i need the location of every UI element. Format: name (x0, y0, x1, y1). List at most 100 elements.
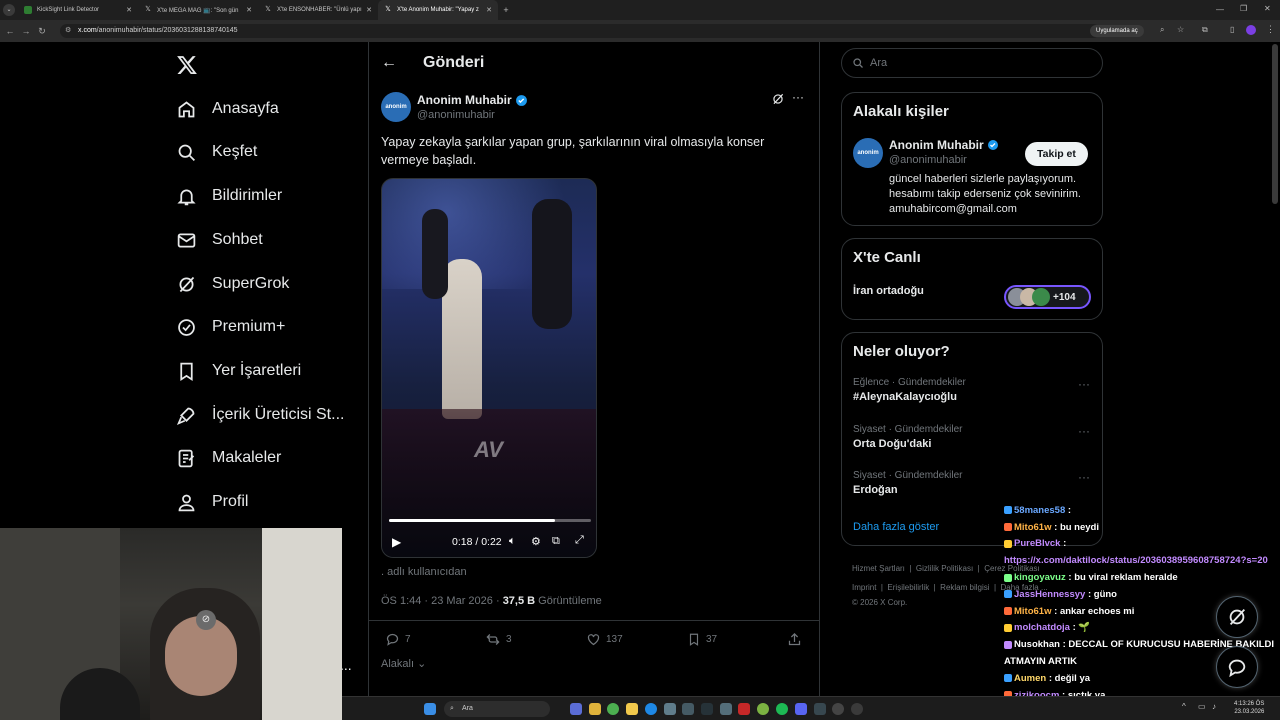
obs-icon[interactable] (832, 703, 844, 715)
reply-button[interactable]: 7 (385, 632, 411, 647)
minimize-button[interactable]: — (1216, 5, 1224, 14)
menu-icon[interactable]: ⋮ (1266, 24, 1275, 35)
share-icon[interactable] (787, 632, 802, 647)
video-player[interactable]: AV ▶ 0:18 / 0:22 🔈︎ ⚙ ⧉ ⤢ (381, 178, 597, 558)
sidebar-item-bookmarks[interactable]: Yer İşaretleri (176, 357, 301, 385)
sidebar-item-supergrok[interactable]: SuperGrok (176, 270, 289, 298)
file-explorer-icon[interactable] (589, 703, 601, 715)
avatar[interactable]: anonim (853, 138, 883, 168)
more-options-button[interactable]: ··· (792, 90, 804, 104)
video-progress-track[interactable] (389, 519, 591, 522)
sidebar-item-creator-studio[interactable]: İçerik Üreticisi St... (176, 401, 344, 429)
sidebar-item-notifications[interactable]: Bildirimler (176, 182, 282, 210)
notes-icon[interactable] (626, 703, 638, 715)
repost-button[interactable]: 3 (485, 632, 512, 647)
person-name[interactable]: Anonim Muhabir (889, 138, 999, 152)
more-options-button[interactable]: ··· (1078, 470, 1090, 484)
browser-tab[interactable]: KickSight Link Detector ✕ (18, 0, 138, 20)
trend-item[interactable]: Eğlence · Gündemdekiler #AleynaKalaycıoğ… (853, 377, 1093, 403)
app-icon[interactable] (664, 703, 676, 715)
app-icon[interactable] (682, 703, 694, 715)
show-more-link[interactable]: Daha fazla göster (853, 521, 939, 533)
person-handle[interactable]: @anonimuhabir (889, 154, 967, 166)
maximize-button[interactable]: ❐ (1240, 4, 1247, 13)
close-icon[interactable]: ✕ (246, 6, 252, 14)
browser-tab[interactable]: 𝕏 X'te ENSONHABER: "Ünlü yapı ✕ (258, 0, 378, 20)
close-icon[interactable]: ✕ (126, 6, 132, 14)
footer-link[interactable]: Hizmet Şartları (852, 564, 905, 573)
close-icon[interactable]: ✕ (366, 6, 372, 14)
browser-tab[interactable]: 𝕏 X'te MEGA MAG 📺: "Son gün ✕ (138, 0, 258, 20)
new-tab-button[interactable]: + (498, 5, 514, 15)
app-icon[interactable] (814, 703, 826, 715)
discord-icon[interactable] (795, 703, 807, 715)
sidebar-item-premium[interactable]: Premium+ (176, 313, 285, 341)
grok-fab[interactable] (1216, 596, 1258, 638)
bookmark-button[interactable]: 37 (687, 632, 717, 647)
star-icon[interactable]: ☆ (1177, 25, 1184, 34)
trend-item[interactable]: Siyaset · Gündemdekiler Erdoğan (853, 470, 1093, 496)
live-participants[interactable]: +104 (1004, 285, 1091, 309)
footer-link[interactable]: Imprint (852, 583, 876, 592)
volume-icon[interactable]: 🔈︎ (509, 535, 516, 548)
spotify-icon[interactable] (776, 703, 788, 715)
close-window-button[interactable]: ✕ (1264, 4, 1271, 13)
search-input[interactable]: Ara (841, 48, 1103, 78)
edge-icon[interactable] (645, 703, 657, 715)
app-icon[interactable] (738, 703, 750, 715)
messages-fab[interactable] (1216, 646, 1258, 688)
close-icon[interactable]: ✕ (486, 6, 492, 14)
live-topic[interactable]: İran ortadoğu (853, 285, 924, 297)
sidebar-item-profile[interactable]: Profil (176, 488, 248, 516)
play-icon[interactable]: ▶ (392, 535, 401, 549)
avatar[interactable]: anonim (381, 92, 411, 122)
app-icon[interactable] (701, 703, 713, 715)
chrome-icon[interactable] (607, 703, 619, 715)
sidebar-item-home[interactable]: Anasayfa (176, 95, 279, 123)
sidebar-item-chat[interactable]: Sohbet (176, 226, 263, 254)
x-logo-icon[interactable] (176, 54, 198, 76)
url-input[interactable]: ⚙ x.com/anonimuhabir/status/203603128813… (60, 24, 1100, 38)
sidebar-icon[interactable]: ▯ (1230, 25, 1234, 34)
trend-item[interactable]: Siyaset · Gündemdekiler Orta Doğu'daki (853, 424, 1093, 450)
author-name[interactable]: Anonim Muhabir (417, 93, 528, 107)
footer-link[interactable]: Gizlilik Politikası (916, 564, 973, 573)
footer-link[interactable]: Reklam bilgisi (940, 583, 989, 592)
taskbar-clock[interactable]: 4:13:26 ÖS 23.03.2026 (1234, 700, 1264, 716)
task-view-icon[interactable] (570, 703, 582, 715)
more-options-button[interactable]: ··· (1078, 424, 1090, 438)
app-icon[interactable] (720, 703, 732, 715)
volume-icon[interactable]: ♪ (1212, 702, 1216, 711)
sidebar-item-explore[interactable]: Keşfet (176, 138, 257, 166)
zoom-icon[interactable]: ⌕ (1160, 25, 1164, 35)
network-icon[interactable]: ▭ (1198, 702, 1206, 711)
grok-icon[interactable] (771, 92, 785, 106)
like-button[interactable]: 137 (586, 632, 623, 647)
author-handle[interactable]: @anonimuhabir (417, 109, 495, 121)
tab-search-button[interactable]: ⌄ (0, 0, 18, 20)
back-arrow-icon[interactable]: ← (381, 54, 397, 72)
app-icon[interactable] (757, 703, 769, 715)
extensions-icon[interactable]: ⧉ (1202, 25, 1208, 35)
tray-chevron-icon[interactable]: ^ (1182, 702, 1186, 711)
forward-arrow-icon[interactable]: → (18, 26, 34, 36)
taskbar-search-input[interactable]: ⌕ Ara (444, 701, 550, 717)
browser-tab-active[interactable]: 𝕏 X'te Anonim Muhabir: "Yapay z ✕ (378, 0, 498, 20)
scrollbar[interactable] (1272, 44, 1278, 204)
sidebar-item-articles[interactable]: Makaleler (176, 444, 281, 472)
open-in-app-button[interactable]: Uygulamada aç (1090, 25, 1144, 37)
back-arrow-icon[interactable]: ← (2, 26, 18, 36)
settings-icon[interactable]: ⚙ (531, 535, 541, 548)
avatar[interactable] (1246, 25, 1256, 35)
site-info-icon[interactable]: ⚙ (65, 24, 71, 38)
picture-in-picture-icon[interactable]: ⧉ (552, 535, 560, 548)
fullscreen-icon[interactable]: ⤢ (575, 534, 584, 547)
reload-icon[interactable]: ↻ (34, 26, 50, 37)
follow-button[interactable]: Takip et (1025, 142, 1088, 166)
footer-link[interactable]: Erişilebilirlik (887, 583, 929, 592)
more-options-button[interactable]: ··· (1078, 377, 1090, 391)
windows-start-icon[interactable] (424, 703, 436, 715)
app-icon[interactable] (851, 703, 863, 715)
related-sort-button[interactable]: Alakalı ⌄ (381, 657, 426, 670)
video-attribution[interactable]: . adlı kullanıcıdan (381, 566, 467, 578)
